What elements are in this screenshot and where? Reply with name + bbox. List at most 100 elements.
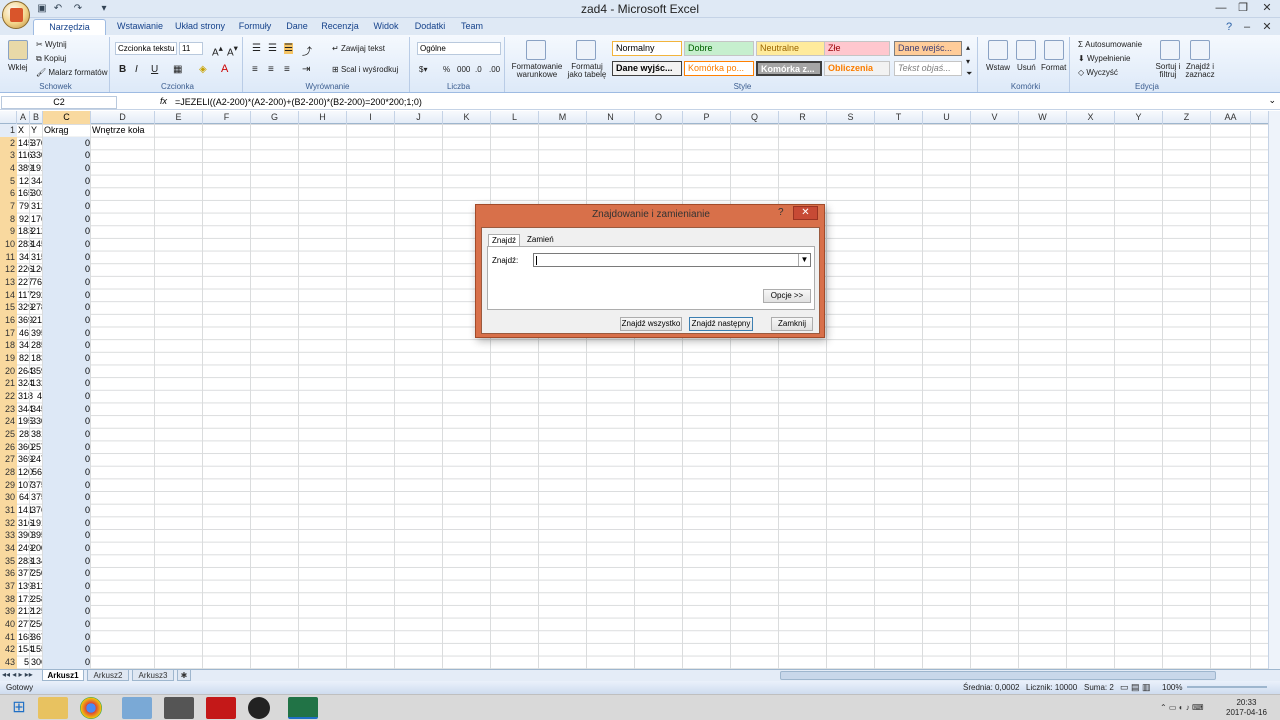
font-size-select[interactable]: 11: [179, 42, 203, 55]
tab-addins[interactable]: Dodatki: [411, 19, 449, 35]
row-header[interactable]: 43: [0, 656, 17, 669]
shrink-font-icon[interactable]: A▾: [227, 43, 238, 58]
cell-okrag[interactable]: 0: [43, 263, 91, 277]
row-header[interactable]: 19: [0, 352, 17, 366]
cell-okrag[interactable]: 0: [43, 491, 91, 505]
cell-okrag[interactable]: 0: [43, 415, 91, 429]
style-normal[interactable]: Normalny: [612, 41, 682, 56]
column-header-l[interactable]: L: [491, 111, 539, 124]
select-all-corner[interactable]: [0, 111, 17, 124]
conditional-format-button[interactable]: Formatowanie warunkowe: [510, 63, 564, 79]
find-select-button[interactable]: Znajdź i zaznacz: [1184, 63, 1216, 79]
column-header-aa[interactable]: AA: [1211, 111, 1251, 124]
cell-okrag[interactable]: 0: [43, 174, 91, 188]
format-cells-icon[interactable]: [1044, 40, 1064, 60]
notepad-icon[interactable]: [122, 697, 152, 719]
name-box[interactable]: C2: [1, 96, 117, 109]
chrome-icon[interactable]: [80, 697, 102, 719]
cell-okrag[interactable]: 0: [43, 339, 91, 353]
underline-icon[interactable]: U: [151, 64, 158, 75]
file-explorer-icon[interactable]: [38, 697, 68, 719]
zoom-slider[interactable]: [1187, 686, 1267, 688]
cell-okrag[interactable]: 0: [43, 250, 91, 264]
tab-formulas[interactable]: Formuły: [236, 19, 274, 35]
sort-filter-button[interactable]: Sortuj i filtruj: [1154, 63, 1182, 79]
row-header[interactable]: 15: [0, 301, 17, 315]
row-header[interactable]: 29: [0, 478, 17, 492]
row-header[interactable]: 32: [0, 516, 17, 530]
column-header-m[interactable]: M: [539, 111, 587, 124]
row-header[interactable]: 20: [0, 364, 17, 378]
number-format-select[interactable]: Ogólne: [417, 42, 501, 55]
find-select-icon[interactable]: [1190, 40, 1210, 60]
cell-okrag[interactable]: 0: [43, 276, 91, 290]
sheet-tab-arkusz1[interactable]: Arkusz1: [42, 670, 84, 681]
column-header-y[interactable]: Y: [1115, 111, 1163, 124]
column-header-u[interactable]: U: [923, 111, 971, 124]
find-next-button[interactable]: Znajdź następny: [689, 317, 753, 331]
dialog-help-button[interactable]: ?: [778, 207, 784, 218]
expand-formula-icon[interactable]: ⌄: [1268, 95, 1276, 106]
paste-button[interactable]: Wklej: [8, 63, 28, 72]
cell-okrag[interactable]: 0: [43, 592, 91, 606]
fill-color-icon[interactable]: ◈: [199, 64, 207, 75]
row-header[interactable]: 42: [0, 643, 17, 657]
cell-okrag[interactable]: 0: [43, 390, 91, 404]
row-header[interactable]: 18: [0, 339, 17, 353]
formula-input[interactable]: =JEZELI((A2-200)*(A2-200)+(B2-200)*(B2-2…: [175, 96, 422, 108]
row-header[interactable]: 27: [0, 453, 17, 467]
column-header-s[interactable]: S: [827, 111, 875, 124]
row-header[interactable]: 30: [0, 491, 17, 505]
row-header[interactable]: 3: [0, 149, 17, 163]
delete-cells-icon[interactable]: [1016, 40, 1036, 60]
autosum-button[interactable]: Σ Autosumowanie: [1078, 40, 1142, 49]
font-name-select[interactable]: Czcionka tekstu: [115, 42, 177, 55]
styles-scroll-down-icon[interactable]: ▾: [966, 57, 970, 66]
column-header-k[interactable]: K: [443, 111, 491, 124]
format-cells-button[interactable]: Format: [1041, 63, 1066, 72]
column-header-p[interactable]: P: [683, 111, 731, 124]
vertical-scrollbar[interactable]: [1268, 111, 1280, 669]
style-neutral[interactable]: Neutralne: [756, 41, 826, 56]
cell-okrag[interactable]: 0: [43, 377, 91, 391]
cell-okrag[interactable]: 0: [43, 136, 91, 150]
cell-okrag[interactable]: 0: [43, 288, 91, 302]
align-center-icon[interactable]: ≡: [268, 64, 274, 75]
view-buttons-icon[interactable]: ▭ ▤ ▥: [1120, 681, 1151, 694]
excel-taskbar-icon[interactable]: [288, 697, 318, 719]
doc-minimize-icon[interactable]: –: [1236, 19, 1258, 36]
thousands-icon[interactable]: 000: [457, 65, 470, 74]
column-header-n[interactable]: N: [587, 111, 635, 124]
style-output[interactable]: Dane wyjśc...: [612, 61, 682, 76]
close-icon[interactable]: ✕: [1256, 0, 1278, 17]
tab-view[interactable]: Widok: [368, 19, 404, 35]
style-bad[interactable]: Złe: [824, 41, 890, 56]
row-header[interactable]: 1: [0, 124, 17, 137]
row-header[interactable]: 26: [0, 440, 17, 454]
dialog-close-button[interactable]: ✕: [793, 206, 818, 220]
row-header[interactable]: 40: [0, 618, 17, 632]
align-right-icon[interactable]: ≡: [284, 64, 290, 75]
office-button[interactable]: [2, 1, 30, 29]
column-header-j[interactable]: J: [395, 111, 443, 124]
style-explanatory[interactable]: Tekst objaś...: [894, 61, 962, 76]
align-left-icon[interactable]: ≡: [252, 64, 258, 75]
tab-review[interactable]: Recenzja: [320, 19, 360, 35]
styles-more-icon[interactable]: ⏷: [966, 69, 972, 79]
row-header[interactable]: 28: [0, 466, 17, 480]
column-header-g[interactable]: G: [251, 111, 299, 124]
row-header[interactable]: 24: [0, 415, 17, 429]
style-calculation[interactable]: Obliczenia: [824, 61, 890, 76]
cell-okrag[interactable]: 0: [43, 428, 91, 442]
clock[interactable]: 20:33 2017-04-16: [1226, 698, 1267, 718]
cell-okrag[interactable]: 0: [43, 643, 91, 657]
cell-okrag[interactable]: 0: [43, 200, 91, 214]
row-header[interactable]: 2: [0, 136, 17, 150]
format-table-button[interactable]: Formatuj jako tabelę: [564, 63, 610, 79]
undo-icon[interactable]: ↶: [52, 3, 64, 15]
fx-icon[interactable]: fx: [160, 96, 167, 106]
sheet-nav-icon[interactable]: ◂◂ ◂ ▸ ▸▸: [2, 670, 33, 679]
style-check-cell[interactable]: Komórka z...: [756, 61, 822, 76]
wrap-text-button[interactable]: ↵ Zawijaj tekst: [332, 44, 385, 53]
tab-page-layout[interactable]: Układ strony: [174, 19, 226, 35]
